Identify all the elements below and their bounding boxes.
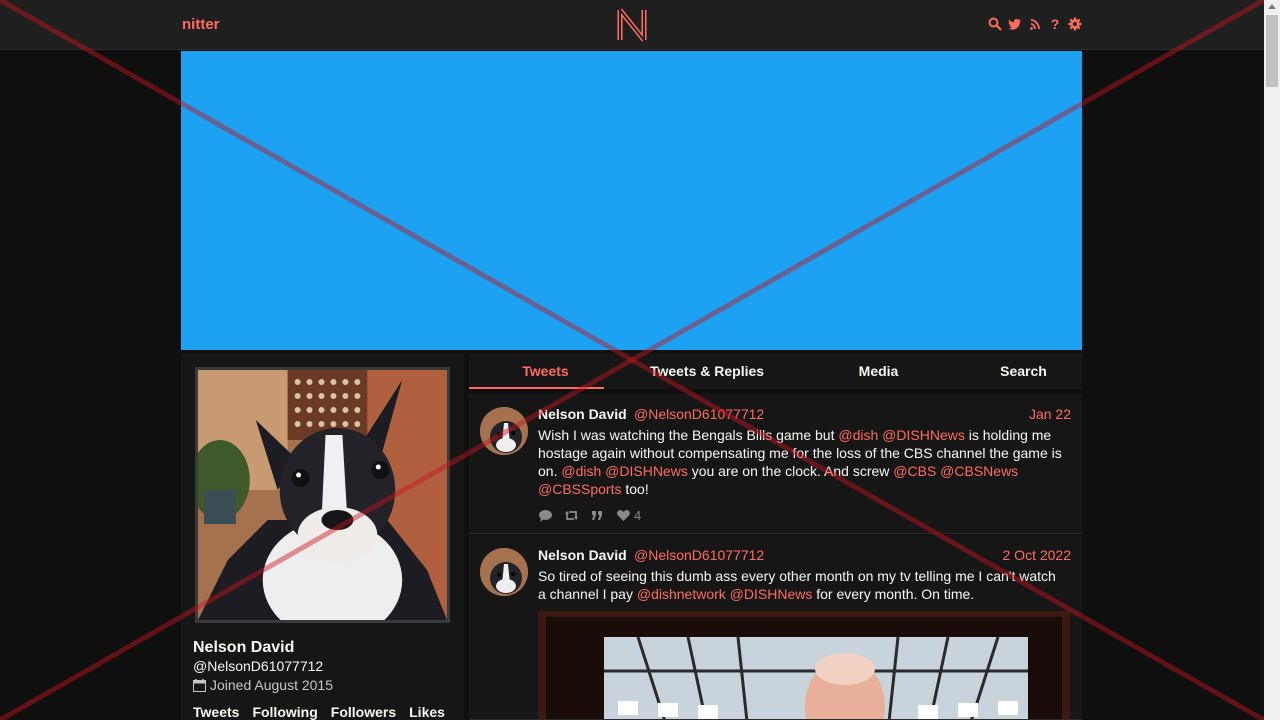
tweet-text: So tired of seeing this dumb ass every o… xyxy=(538,567,1063,603)
profile-joined: Joined August 2015 xyxy=(193,677,333,693)
profile-joined-text: Joined August 2015 xyxy=(210,677,333,693)
tweet-text-segment: too! xyxy=(621,481,649,497)
top-nav: nitter ? xyxy=(0,0,1264,50)
mention-link[interactable]: @CBSSports xyxy=(538,481,621,497)
tweet-avatar[interactable] xyxy=(480,407,528,455)
nav-icons: ? xyxy=(988,16,1082,32)
tab-tweets[interactable]: Tweets xyxy=(469,353,622,389)
gear-icon[interactable] xyxy=(1068,16,1082,32)
timeline-tabs: Tweets Tweets & Replies Media Search xyxy=(469,353,1082,389)
timeline: Tweets Tweets & Replies Media Search Nel… xyxy=(469,353,1082,720)
profile-banner xyxy=(181,51,1082,350)
profile-avatar[interactable] xyxy=(195,367,450,623)
twitter-icon[interactable] xyxy=(1008,16,1022,32)
tweet-stats: 4 xyxy=(538,508,641,523)
brand-link[interactable]: nitter xyxy=(182,16,220,33)
scroll-thumb[interactable] xyxy=(1266,15,1278,87)
tweet-author-handle[interactable]: @NelsonD61077712 xyxy=(634,547,764,563)
help-icon[interactable]: ? xyxy=(1048,16,1062,32)
tweet-date[interactable]: 2 Oct 2022 xyxy=(1003,547,1072,563)
tab-tweets-replies[interactable]: Tweets & Replies xyxy=(622,353,792,389)
tweet[interactable]: Nelson David @NelsonD61077712 Jan 22 Wis… xyxy=(469,394,1082,534)
tweet-author-name[interactable]: Nelson David xyxy=(538,547,627,563)
calendar-icon xyxy=(193,678,206,692)
tweet-text-segment: for every month. On time. xyxy=(812,586,975,602)
mention-link[interactable]: @dish xyxy=(838,427,878,443)
mention-link[interactable]: @CBSNews xyxy=(940,463,1018,479)
profile-card: Nelson David @NelsonD61077712 Joined Aug… xyxy=(181,353,464,720)
tweet-text: Wish I was watching the Bengals Bills ga… xyxy=(538,426,1063,498)
mention-link[interactable]: @DISHNews xyxy=(882,427,965,443)
tab-media[interactable]: Media xyxy=(792,353,965,389)
reply-icon[interactable] xyxy=(538,509,553,522)
rss-icon[interactable] xyxy=(1028,16,1042,32)
mention-link[interactable]: @CBS xyxy=(893,463,936,479)
mention-link[interactable]: @DISHNews xyxy=(730,586,813,602)
tweet-author-handle[interactable]: @NelsonD61077712 xyxy=(634,406,764,422)
scroll-up-arrow-icon[interactable] xyxy=(1268,4,1276,9)
mention-link[interactable]: @DISHNews xyxy=(605,463,688,479)
stat-following[interactable]: Following xyxy=(252,704,317,720)
heart-icon xyxy=(617,510,630,521)
tweet-date[interactable]: Jan 22 xyxy=(1029,406,1071,422)
tweet-avatar[interactable] xyxy=(480,548,528,596)
tab-search[interactable]: Search xyxy=(965,353,1082,389)
profile-handle[interactable]: @NelsonD61077712 xyxy=(193,658,323,674)
tweet-text-segment: Wish I was watching the Bengals Bills ga… xyxy=(538,427,839,443)
profile-stats: Tweets Following Followers Likes xyxy=(193,704,445,720)
tweet-likes[interactable]: 4 xyxy=(616,508,641,523)
page-scrollbar[interactable] xyxy=(1264,0,1280,720)
quote-icon[interactable] xyxy=(590,509,605,522)
profile-name[interactable]: Nelson David xyxy=(193,639,294,657)
retweet-icon[interactable] xyxy=(564,509,579,522)
stat-tweets[interactable]: Tweets xyxy=(193,704,239,720)
tweet[interactable]: Nelson David @NelsonD61077712 2 Oct 2022… xyxy=(469,535,1082,720)
tweet-author-name[interactable]: Nelson David xyxy=(538,406,627,422)
mention-link[interactable]: @dish xyxy=(561,463,601,479)
tweet-media-image[interactable] xyxy=(538,611,1070,719)
search-icon[interactable] xyxy=(988,16,1002,32)
tweet-like-count: 4 xyxy=(634,508,642,523)
tweet-text-segment: you are on the clock. And screw xyxy=(687,463,894,479)
mention-link[interactable]: @dishnetwork xyxy=(637,586,726,602)
stat-likes[interactable]: Likes xyxy=(409,704,445,720)
nitter-logo-icon[interactable] xyxy=(617,8,647,42)
stat-followers[interactable]: Followers xyxy=(331,704,396,720)
